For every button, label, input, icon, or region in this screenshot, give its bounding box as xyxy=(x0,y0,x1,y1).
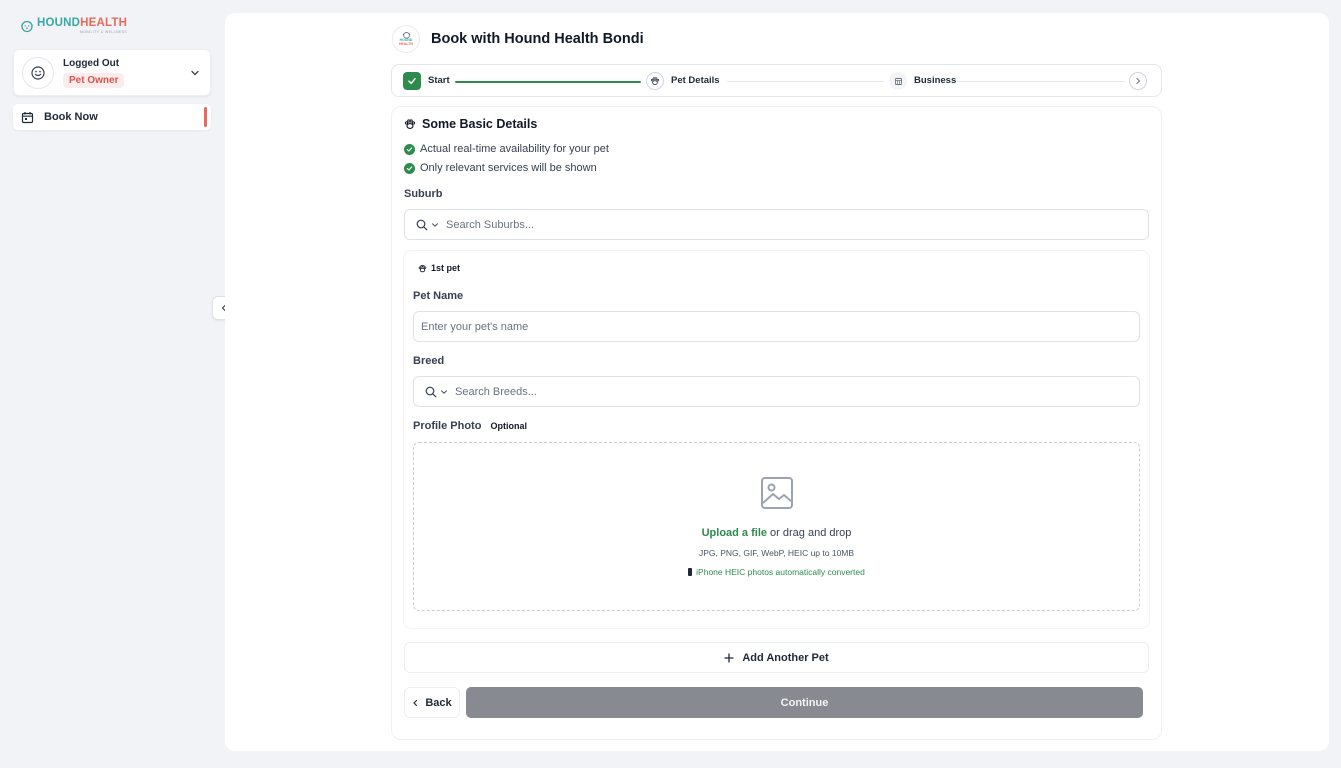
pet-name-placeholder: Enter your pet's name xyxy=(421,320,529,333)
search-icon xyxy=(425,386,437,397)
calendar-icon xyxy=(21,111,34,123)
add-another-pet-label: Add Another Pet xyxy=(742,651,829,664)
chevron-down-icon[interactable] xyxy=(190,68,200,78)
suburb-label: Suburb xyxy=(404,188,443,200)
logo-tagline: MOBILITY & WELLNESS xyxy=(79,29,128,34)
upload-instructions: Upload a file or drag and drop xyxy=(414,527,1139,539)
logo-word-health: HEALTH xyxy=(80,17,128,29)
benefit-text: Only relevant services will be shown xyxy=(420,162,597,174)
photo-dropzone[interactable]: Upload a file or drag and drop JPG, PNG,… xyxy=(413,442,1140,611)
paw-icon xyxy=(404,119,416,129)
back-label: Back xyxy=(425,696,452,709)
logo-word-hound: HOUND xyxy=(37,17,81,29)
add-another-pet-button[interactable]: Add Another Pet xyxy=(404,642,1149,673)
step-label-pet-details: Pet Details xyxy=(671,75,720,86)
user-menu[interactable]: Logged Out Pet Owner xyxy=(13,49,211,96)
continue-button[interactable]: Continue xyxy=(466,687,1143,718)
pet-name-input[interactable]: Enter your pet's name xyxy=(413,311,1140,342)
role-badge: Pet Owner xyxy=(63,73,125,88)
back-button[interactable]: Back xyxy=(404,687,460,718)
plus-icon xyxy=(724,652,734,663)
breed-search-input[interactable]: Search Breeds... xyxy=(413,376,1140,407)
benefit-text: Actual real-time availability for your p… xyxy=(420,143,609,155)
step-connector xyxy=(727,81,884,82)
breed-label: Breed xyxy=(413,355,445,367)
step-connector-complete xyxy=(455,81,641,83)
benefit-item: Actual real-time availability for your p… xyxy=(404,143,609,155)
pet-index-text: 1st pet xyxy=(431,263,461,273)
step-label-business: Business xyxy=(914,75,957,86)
phone-icon xyxy=(688,568,693,576)
image-placeholder-icon xyxy=(761,477,793,509)
main-panel: HOUND HEALTH Book with Hound Health Bond… xyxy=(225,13,1329,751)
search-icon xyxy=(416,219,428,230)
step-pet-details[interactable] xyxy=(646,72,664,90)
optional-tag: Optional xyxy=(490,421,527,431)
paw-icon xyxy=(418,264,427,272)
dog-logo-icon xyxy=(21,20,33,33)
pet-index-tag: 1st pet xyxy=(418,263,460,273)
page-title: Book with Hound Health Bondi xyxy=(431,31,644,47)
step-start[interactable] xyxy=(403,72,421,90)
chevron-right-icon xyxy=(1136,77,1141,85)
brand-logo: HOUNDHEALTH MOBILITY & WELLNESS xyxy=(20,17,128,34)
heic-note-text: iPhone HEIC photos automatically convert… xyxy=(696,567,865,577)
progress-stepper: Start Pet Details Business xyxy=(391,64,1162,97)
heic-note: iPhone HEIC photos automatically convert… xyxy=(414,567,1139,577)
sidebar-item-book-now[interactable]: Book Now xyxy=(13,104,211,130)
upload-formats: JPG, PNG, GIF, WebP, HEIC up to 10MB xyxy=(698,548,855,558)
business-logo: HOUND HEALTH xyxy=(392,25,420,53)
check-circle-icon xyxy=(404,143,415,155)
chevron-down-icon xyxy=(441,389,447,394)
sidebar-item-label: Book Now xyxy=(44,111,98,123)
step-label-start: Start xyxy=(428,75,450,86)
step-business[interactable] xyxy=(889,72,907,90)
section-title-text: Some Basic Details xyxy=(422,117,538,131)
building-icon xyxy=(894,77,902,85)
drag-drop-text: or drag and drop xyxy=(767,527,852,539)
smiley-face-icon xyxy=(22,57,54,89)
chevron-left-icon xyxy=(413,699,418,706)
suburb-placeholder: Search Suburbs... xyxy=(446,218,535,231)
benefit-item: Only relevant services will be shown xyxy=(404,162,597,174)
check-circle-icon xyxy=(404,162,415,174)
pet-name-label: Pet Name xyxy=(413,290,464,302)
profile-photo-label-text: Profile Photo xyxy=(413,420,482,432)
section-title: Some Basic Details xyxy=(404,117,537,131)
user-status: Logged Out xyxy=(63,58,120,69)
next-step-button[interactable] xyxy=(1129,72,1147,90)
suburb-search-input[interactable]: Search Suburbs... xyxy=(404,209,1149,240)
breed-placeholder: Search Breeds... xyxy=(455,385,537,398)
continue-label: Continue xyxy=(780,696,829,709)
page-header: HOUND HEALTH Book with Hound Health Bond… xyxy=(392,25,644,53)
step-connector xyxy=(957,81,1125,82)
active-indicator xyxy=(204,107,207,127)
upload-file-link[interactable]: Upload a file xyxy=(702,527,767,539)
business-logo-text-2: HEALTH xyxy=(399,42,413,46)
profile-photo-label: Profile Photo Optional xyxy=(413,420,527,432)
check-icon xyxy=(408,78,416,85)
paw-icon xyxy=(650,77,660,85)
chevron-down-icon xyxy=(432,222,438,227)
